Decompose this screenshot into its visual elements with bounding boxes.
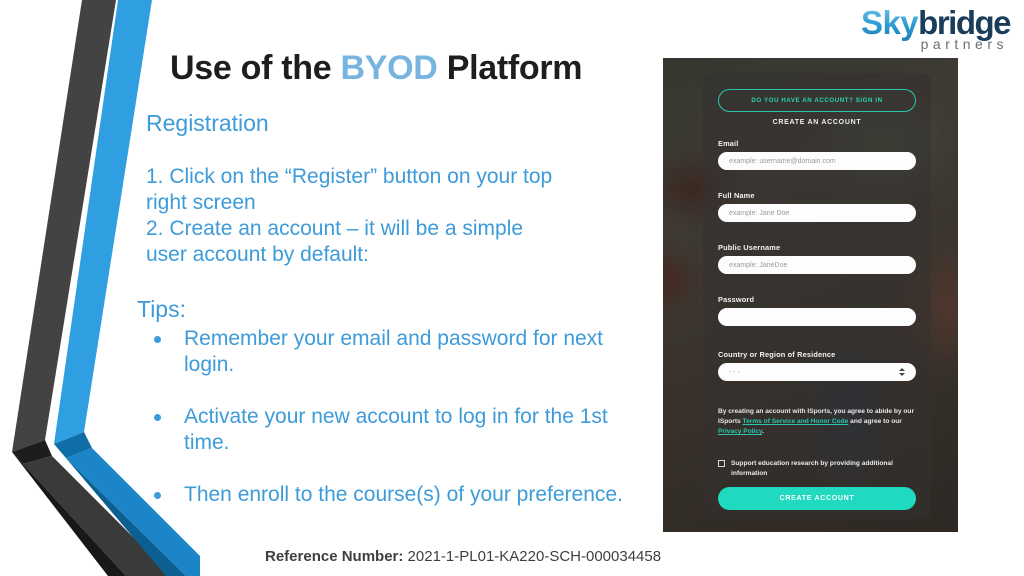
consent-checkbox[interactable]: [718, 460, 725, 467]
list-item: Remember your email and password for nex…: [146, 326, 641, 377]
chevron-down-icon: [899, 373, 905, 376]
terms-text-part-3: .: [762, 428, 765, 436]
country-select[interactable]: - - -: [718, 363, 916, 381]
public-username-field-label: Public Username: [718, 243, 781, 252]
consent-row[interactable]: Support education research by providing …: [718, 459, 918, 479]
public-username-field-group: Public Username example: JaneDoe: [718, 243, 916, 274]
country-field-label: Country or Region of Residence: [718, 350, 836, 359]
title-text-before: Use of the: [170, 48, 341, 87]
chevron-dark-lower-shadow: [12, 452, 126, 576]
page-title: Use of the BYOD Platform: [170, 48, 583, 88]
tip-text: Then enroll to the course(s) of your pre…: [184, 483, 623, 507]
password-field-group: Password: [718, 295, 916, 326]
terms-of-service-link[interactable]: Terms of Service and Honor Code: [743, 418, 849, 425]
chevron-blue-upper: [54, 0, 152, 444]
country-select-value: - - -: [729, 368, 740, 376]
public-username-input[interactable]: example: JaneDoe: [718, 256, 916, 274]
consent-label: Support education research by providing …: [731, 460, 893, 477]
create-account-heading: CREATE AN ACCOUNT: [772, 119, 862, 126]
logo-word-sky: Sky: [860, 4, 919, 41]
terms-text-part-2: and agree to our: [848, 418, 902, 426]
step-2-line-2: user account by default:: [146, 243, 369, 267]
terms-text: By creating an account with ISports, you…: [718, 407, 918, 438]
bullet-icon: [154, 414, 161, 422]
email-field-label: Email: [718, 139, 739, 148]
skybridge-logo: Skybridge partners: [814, 4, 1012, 56]
tip-text: Remember your email and password for nex…: [184, 326, 604, 376]
title-accent-byod: BYOD: [340, 48, 438, 87]
logo-wordmark: Skybridge: [814, 4, 1012, 41]
step-1-line-1: 1. Click on the “Register” button on you…: [146, 164, 553, 188]
title-text-after: Platform: [437, 48, 583, 87]
password-field-label: Password: [718, 295, 755, 304]
tip-text: Activate your new account to log in for …: [184, 405, 608, 454]
full-name-field-label: Full Name: [718, 191, 755, 200]
chevron-dark-upper: [12, 0, 116, 452]
full-name-input[interactable]: example: Jane Doe: [718, 204, 916, 222]
create-account-form-card: DO YOU HAVE AN ACCOUNT? SIGN IN CREATE A…: [703, 73, 931, 519]
password-input[interactable]: [718, 308, 916, 326]
email-input[interactable]: example: username@domain.com: [718, 152, 916, 170]
chevron-blue-shadow-upper: [54, 432, 92, 458]
stepper-arrows-icon[interactable]: [899, 368, 905, 376]
reference-number: Reference Number: 2021-1-PL01-KA220-SCH-…: [265, 548, 661, 565]
body-content: Registration 1. Click on the “Register” …: [137, 110, 646, 508]
reference-number-label: Reference Number:: [265, 548, 404, 565]
list-item: Activate your new account to log in for …: [146, 404, 641, 455]
chevron-dark-shadow-upper: [12, 440, 52, 464]
tips-heading: Tips:: [137, 295, 186, 322]
sign-in-button[interactable]: DO YOU HAVE AN ACCOUNT? SIGN IN: [718, 89, 916, 112]
slide-canvas: Skybridge partners Use of the BYOD Platf…: [0, 0, 1024, 576]
bullet-icon: [154, 492, 161, 500]
step-1-line-2: right screen: [146, 190, 256, 214]
step-2-line-1: 2. Create an account – it will be a simp…: [146, 217, 524, 241]
email-field-group: Email example: username@domain.com: [718, 139, 916, 170]
registration-steps: 1. Click on the “Register” button on you…: [146, 164, 646, 269]
list-item: Then enroll to the course(s) of your pre…: [146, 482, 641, 508]
registration-screenshot: DO YOU HAVE AN ACCOUNT? SIGN IN CREATE A…: [663, 58, 958, 532]
country-field-group: Country or Region of Residence - - -: [718, 350, 916, 381]
tips-list: Remember your email and password for nex…: [146, 326, 646, 508]
bullet-icon: [154, 335, 161, 343]
privacy-policy-link[interactable]: Privacy Policy: [718, 428, 762, 435]
chevron-up-icon: [899, 368, 905, 371]
full-name-field-group: Full Name example: Jane Doe: [718, 191, 916, 222]
reference-number-value: 2021-1-PL01-KA220-SCH-000034458: [403, 548, 662, 565]
create-account-button[interactable]: CREATE ACCOUNT: [718, 487, 916, 510]
section-heading-registration: Registration: [146, 110, 269, 136]
